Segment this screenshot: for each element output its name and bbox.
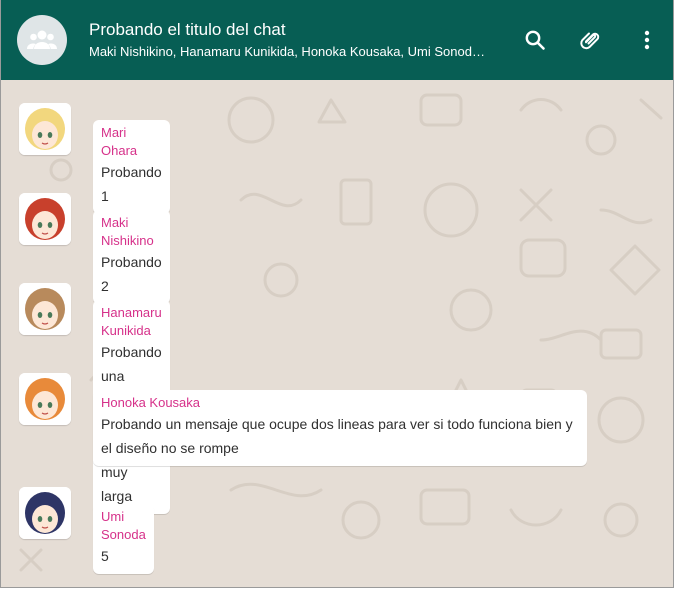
message-bubble[interactable]: Umi Sonoda 5 <box>93 504 154 574</box>
message-list[interactable]: Mari Ohara Probando 1 Maki Nishikino Proban… <box>1 80 673 587</box>
group-icon <box>27 30 57 49</box>
attach-button[interactable] <box>577 26 605 54</box>
message-sender: Umi Sonoda <box>101 509 146 542</box>
message-sender: Maki Nishikino <box>101 215 154 248</box>
sender-avatar[interactable] <box>19 283 71 335</box>
sender-avatar[interactable] <box>19 103 71 155</box>
message-bubble[interactable]: Maki Nishikino Probando 2 <box>93 210 170 304</box>
chat-participants: Maki Nishikino, Hanamaru Kunikida, Honok… <box>89 44 485 59</box>
search-icon <box>525 30 545 50</box>
chat-title: Probando el titulo del chat <box>89 20 286 39</box>
message-bubble[interactable]: Mari Ohara Probando 1 <box>93 120 170 214</box>
message-text: Probando 2 <box>101 254 162 294</box>
menu-button[interactable] <box>633 26 661 54</box>
more-vert-icon <box>644 30 650 50</box>
message-sender: Hanamaru Kunikida <box>101 305 162 338</box>
group-avatar[interactable] <box>17 15 67 65</box>
sender-avatar[interactable] <box>19 193 71 245</box>
paperclip-icon <box>580 32 600 50</box>
search-button[interactable] <box>521 26 549 54</box>
chat-window: Probando el titulo del chat Maki Nishiki… <box>0 0 674 588</box>
sender-avatar[interactable] <box>19 373 71 425</box>
message-sender: Mari Ohara <box>101 125 138 158</box>
message-bubble[interactable]: Honoka Kousaka Probando un mensaje que oc… <box>93 390 587 466</box>
chat-header: Probando el titulo del chat Maki Nishiki… <box>1 0 673 80</box>
message-text: 5 <box>101 548 109 564</box>
message-text: Probando un mensaje que ocupe dos lineas… <box>101 416 573 456</box>
sender-avatar[interactable] <box>19 487 71 539</box>
message-sender: Honoka Kousaka <box>101 395 201 410</box>
message-text: Probando 1 <box>101 164 162 204</box>
